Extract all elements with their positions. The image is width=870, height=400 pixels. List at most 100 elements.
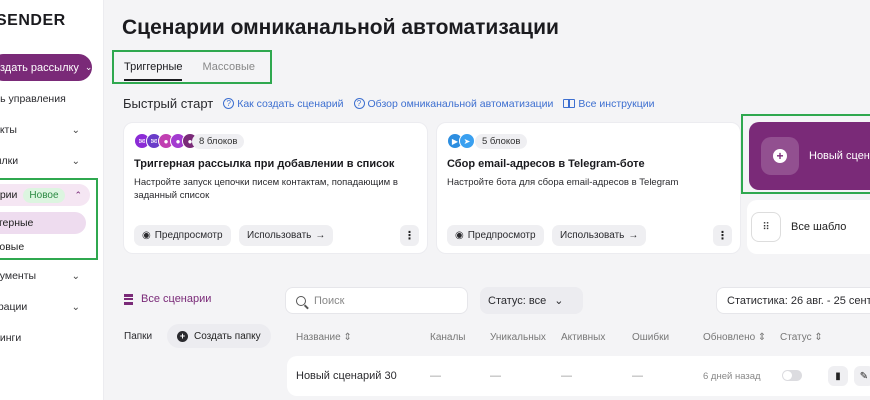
plus-icon-box: + (761, 137, 799, 175)
blocks-count-badge: 8 блоков (192, 134, 245, 149)
all-templates-button[interactable]: ⠿ Все шабло (747, 200, 870, 254)
errors-cell: — (632, 370, 643, 382)
create-mailing-button[interactable]: здать рассылку ⌄ (0, 54, 92, 81)
new-scenario-button[interactable]: + Новый сцен (749, 122, 870, 190)
sidebar-item-mailings[interactable]: ылки ⌄ (0, 149, 98, 173)
grid-icon: ⠿ (751, 212, 781, 242)
chevron-up-icon: ⌃ (74, 189, 82, 200)
preview-button[interactable]: ◉ Предпросмотр (447, 225, 544, 246)
eye-icon: ◉ (455, 230, 464, 241)
create-folder-label: Создать папку (194, 330, 261, 342)
link-label: Обзор омниканальной автоматизации (367, 97, 554, 110)
link-label: Все инструкции (578, 97, 655, 110)
sidebar-subitem-trigger[interactable]: гтерные (0, 212, 86, 234)
sidebar-item-pricing[interactable]: ринги (0, 326, 98, 350)
quick-start-row: Быстрый старт ? Как создать сценарий ? О… (123, 96, 654, 111)
sidebar-subitem-mass[interactable]: совые (0, 236, 86, 258)
template-card[interactable]: ✉ ✉ ● ● ● 8 блоков Триггерная рассылка п… (123, 122, 428, 254)
column-header-name[interactable]: Название ⇕ (296, 332, 352, 343)
link-label: Как создать сценарий (237, 97, 344, 110)
all-scenarios-filter[interactable]: Все сценарии (124, 293, 211, 305)
all-templates-label: Все шабло (791, 221, 847, 233)
how-to-create-link[interactable]: ? Как создать сценарий (223, 97, 344, 110)
use-label: Использовать (247, 230, 312, 241)
sidebar-item-label: ль управления (0, 93, 66, 105)
sidebar-item-label: арии (0, 189, 18, 201)
search-input[interactable]: Поиск (285, 287, 468, 314)
logo: SENDER (0, 12, 66, 29)
page-title: Сценарии омниканальной автоматизации (122, 16, 559, 39)
new-badge: Новое (23, 187, 65, 203)
stack-icon (124, 293, 133, 305)
template-card[interactable]: ▶ ➤ 5 блоков Сбор email-адресов в Telegr… (436, 122, 741, 254)
status-toggle[interactable] (782, 370, 802, 381)
sidebar-item-integrations[interactable]: грации ⌄ (0, 295, 98, 319)
more-options-icon[interactable]: ⋮ (713, 225, 732, 246)
updated-cell: 6 дней назад (703, 371, 761, 382)
column-header-channels: Каналы (430, 332, 466, 343)
chevron-down-icon: ⌄ (71, 155, 80, 167)
column-header-updated[interactable]: Обновлено ⇕ (703, 332, 766, 343)
sidebar-item-scenarios[interactable]: арии Новое ⌃ (0, 184, 90, 206)
preview-button[interactable]: ◉ Предпросмотр (134, 225, 231, 246)
column-header-errors: Ошибки (632, 332, 670, 343)
sidebar-subitem-label: гтерные (0, 217, 34, 229)
blocks-count-badge: 5 блоков (475, 134, 528, 149)
arrow-right-icon: → (628, 230, 639, 241)
status-dropdown[interactable]: Статус: все ⌄ (480, 287, 583, 314)
channel-icons: ✉ ✉ ● ● ● (134, 133, 198, 149)
sidebar-item-tools[interactable]: рументы ⌄ (0, 264, 98, 288)
tab-mass[interactable]: Массовые (202, 57, 255, 77)
use-button[interactable]: Использовать → (239, 225, 334, 246)
statistics-label: Статистика: 26 авг. - 25 сент (727, 294, 870, 307)
telegram-icon: ➤ (459, 133, 475, 149)
active-cell: — (561, 370, 572, 382)
sidebar-item-label: ринги (0, 332, 22, 344)
sidebar-scenarios-group: арии Новое ⌃ гтерные совые (0, 178, 98, 260)
sidebar-item-label: грации (0, 301, 28, 313)
unique-cell: — (490, 370, 501, 382)
folders-label: Папки (124, 331, 153, 342)
more-options-icon[interactable]: ⋮ (400, 225, 419, 246)
arrow-right-icon: → (315, 230, 326, 241)
new-scenario-label: Новый сцен (809, 150, 870, 162)
tab-trigger[interactable]: Триггерные (124, 57, 183, 81)
status-label: Статус: все (488, 294, 547, 307)
preview-label: Предпросмотр (154, 230, 223, 241)
scenario-name[interactable]: Новый сценарий 30 (296, 370, 397, 382)
new-scenario-highlight: + Новый сцен (741, 114, 870, 194)
sidebar-item-label: акты (0, 124, 17, 136)
edit-icon[interactable]: ✎ (854, 366, 870, 386)
plus-icon: + (773, 149, 787, 163)
create-mailing-label: здать рассылку (0, 61, 79, 74)
card-description: Настройте запуск цепочки писем контактам… (134, 177, 398, 201)
sidebar-item-label: ылки (0, 155, 19, 167)
chevron-down-icon: ⌄ (71, 270, 80, 282)
main-content: Сценарии омниканальной автоматизации Три… (104, 0, 870, 400)
all-instructions-link[interactable]: Все инструкции (563, 98, 654, 110)
sidebar-item-dashboard[interactable]: ль управления (0, 87, 98, 111)
sidebar-item-label: рументы (0, 270, 37, 282)
tabs: Триггерные Массовые (112, 50, 272, 84)
use-button[interactable]: Использовать → (552, 225, 647, 246)
help-icon: ? (223, 98, 235, 109)
chevron-down-icon: ⌄ (554, 295, 564, 307)
overview-link[interactable]: ? Обзор омниканальной автоматизации (353, 97, 554, 110)
use-label: Использовать (560, 230, 625, 241)
preview-label: Предпросмотр (467, 230, 536, 241)
table-row[interactable]: Новый сценарий 30 — — — — 6 дней назад ▮… (287, 356, 870, 396)
create-folder-button[interactable]: + Создать папку (167, 324, 271, 348)
eye-icon: ◉ (142, 230, 151, 241)
statistics-period-dropdown[interactable]: Статистика: 26 авг. - 25 сент (716, 287, 870, 314)
stats-icon[interactable]: ▮ (828, 366, 848, 386)
book-icon (563, 99, 576, 108)
quick-start-title: Быстрый старт (123, 96, 214, 111)
column-header-status[interactable]: Статус ⇕ (780, 332, 823, 343)
card-description: Настройте бота для сбора email-адресов в… (447, 177, 679, 188)
help-icon: ? (353, 98, 365, 109)
card-title: Сбор email-адресов в Telegram-боте (447, 158, 645, 170)
channels-cell: — (430, 370, 441, 382)
sidebar-item-contacts[interactable]: акты ⌄ (0, 118, 98, 142)
search-icon (296, 295, 306, 306)
chevron-down-icon: ⌄ (71, 301, 80, 313)
